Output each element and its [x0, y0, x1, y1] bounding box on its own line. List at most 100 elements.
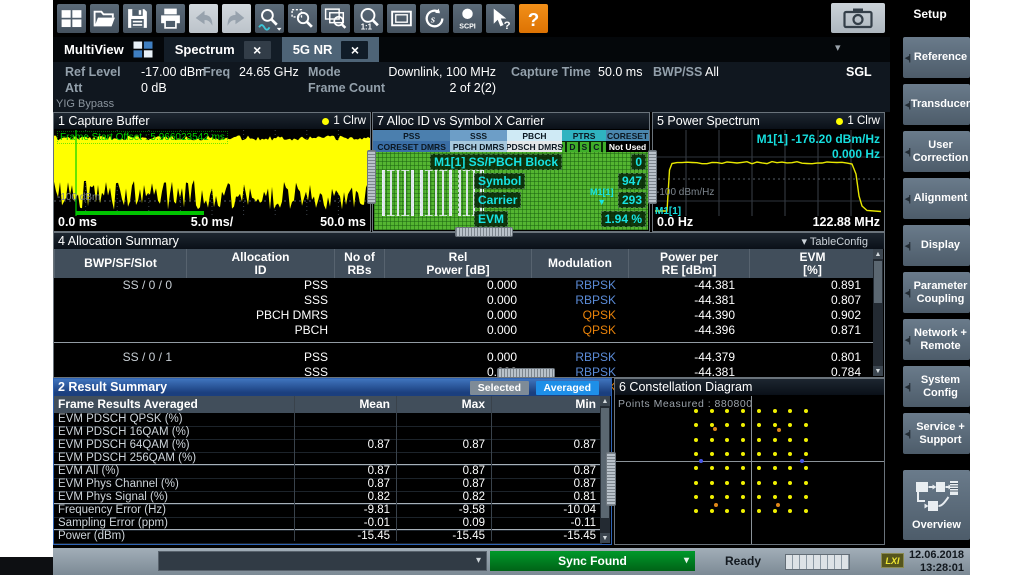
sync-status-indicator[interactable]: Sync Found▾: [490, 551, 695, 571]
softkey-service-support[interactable]: Service + Support: [903, 413, 970, 454]
constellation-point: [773, 481, 777, 485]
constellation-title[interactable]: 6 Constellation Diagram: [615, 379, 884, 395]
overview-button[interactable]: Overview: [903, 470, 970, 540]
allocation-summary-scrollbar[interactable]: ▲ ▼: [873, 249, 883, 376]
close-icon[interactable]: [341, 41, 368, 59]
scroll-up-icon[interactable]: ▲: [873, 249, 883, 259]
column-header[interactable]: BWP/SF/Slot: [54, 249, 186, 278]
cell: -15.45: [396, 530, 491, 543]
help-button[interactable]: ?: [519, 4, 548, 33]
windows-logo-icon: [59, 6, 84, 31]
constellation-point: [725, 452, 729, 456]
tab-overflow-icon[interactable]: ▾: [835, 41, 841, 54]
progress-segment: [842, 555, 849, 569]
legend-coreset: CORESET: [606, 130, 649, 141]
tab-5g-nr[interactable]: 5G NR: [282, 37, 380, 62]
scroll-up-icon[interactable]: ▲: [600, 396, 610, 406]
ref-level-value[interactable]: -17.00 dBm: [141, 65, 206, 79]
table-row: Frequency Error (Hz)-9.81-9.58-10.04: [54, 504, 602, 518]
open-file-button[interactable]: [90, 4, 119, 33]
bottom-left-black-region: [0, 557, 53, 575]
ref-level-label: Ref Level: [65, 65, 121, 79]
splitter-grip[interactable]: [367, 150, 376, 204]
screenshot-button[interactable]: [831, 3, 885, 33]
freq-value[interactable]: 24.65 GHz: [239, 65, 299, 79]
softkey-system-config[interactable]: System Config: [903, 366, 970, 407]
splitter-grip[interactable]: [455, 227, 513, 237]
selected-button[interactable]: Selected: [470, 381, 529, 395]
display-frame-button[interactable]: [387, 4, 416, 33]
toolbar: 1:1 sSCPI??: [53, 0, 890, 37]
marker-info-value: 293: [618, 192, 646, 208]
cell: Frequency Error (Hz): [54, 504, 294, 517]
column-header[interactable]: RelPower [dB]: [384, 249, 531, 278]
averaged-button[interactable]: Averaged: [536, 381, 599, 395]
scpi-recorder-button[interactable]: SCPI: [453, 4, 482, 33]
capture-time-value[interactable]: 50.0 ms: [598, 65, 642, 79]
column-header[interactable]: Power perRE [dBm]: [628, 249, 749, 278]
close-icon[interactable]: [244, 41, 271, 59]
constellation-point: [804, 509, 808, 513]
frame-count-value[interactable]: 2 of 2(2): [378, 81, 496, 95]
tab-multiview[interactable]: MultiView: [53, 37, 164, 62]
multiple-zoom-button[interactable]: [321, 4, 350, 33]
alloc-map-plot[interactable]: M1[1] SS/PBCH Block0Symbol947Carrier293E…: [374, 152, 648, 230]
softkey-alignment[interactable]: Alignment: [903, 178, 970, 219]
column-header[interactable]: Min: [491, 397, 602, 412]
allocation-band: [382, 170, 414, 216]
table-row: PBCH DMRS0.000QPSK-44.3900.902: [54, 308, 875, 323]
status-message-dropdown[interactable]: ▾: [158, 551, 487, 571]
capture-buffer-plot[interactable]: Frame Start Offset : 5.966023542 ms -100…: [54, 130, 370, 216]
scroll-down-icon[interactable]: ▼: [600, 533, 610, 543]
sequencer-button[interactable]: s: [420, 4, 449, 33]
att-value[interactable]: 0 dB: [141, 81, 167, 95]
column-header[interactable]: EVM[%]: [749, 249, 875, 278]
zoom-mode-button[interactable]: [255, 4, 284, 33]
cell: [334, 323, 384, 338]
column-header[interactable]: No ofRBs: [334, 249, 384, 278]
softkey-reference[interactable]: Reference: [903, 37, 970, 78]
analyzer-screen: 1:1 sSCPI?? MultiViewSpectrum5G NR ▾ Ref …: [53, 0, 970, 575]
context-help-button[interactable]: ?: [486, 4, 515, 33]
zoom-selection-button[interactable]: [288, 4, 317, 33]
zoom-1to1-button[interactable]: 1:1: [354, 4, 383, 33]
windows-start-button[interactable]: [57, 4, 86, 33]
softkey-user-correction[interactable]: User Correction: [903, 131, 970, 172]
marker-m1[interactable]: M1[1]▼: [590, 188, 614, 208]
zoom-selection-icon: [290, 6, 315, 31]
constellation-plot[interactable]: Points Measured : 880800: [615, 396, 884, 544]
scroll-down-icon[interactable]: ▼: [873, 366, 883, 376]
softkey-transducer[interactable]: Transducer: [903, 84, 970, 125]
undo-button[interactable]: [189, 4, 218, 33]
column-header[interactable]: AllocationID: [186, 249, 334, 278]
splitter-grip[interactable]: [497, 368, 555, 378]
column-header[interactable]: Modulation: [531, 249, 628, 278]
splitter-grip[interactable]: [648, 150, 657, 204]
softkey-parameter-coupling[interactable]: Parameter Coupling: [903, 272, 970, 313]
table-config-button[interactable]: ▾ TableConfig: [802, 235, 868, 248]
mode-value[interactable]: Downlink, 100 MHz: [378, 65, 496, 79]
scrollbar-thumb[interactable]: [874, 261, 882, 303]
channel-bar: Ref Level -17.00 dBm Freq 24.65 GHz Mode…: [53, 62, 890, 112]
constellation-point: [741, 481, 745, 485]
softkey-network-remote[interactable]: Network + Remote: [903, 319, 970, 360]
datetime-display[interactable]: 12.06.2018 13:28:01: [909, 549, 964, 574]
splitter-grip[interactable]: [606, 452, 616, 506]
capture-buffer-x-axis: 0.0 ms 5.0 ms/ 50.0 ms: [54, 215, 370, 231]
column-header[interactable]: Mean: [294, 397, 396, 412]
softkey-display[interactable]: Display: [903, 225, 970, 266]
bwp-ss-value[interactable]: All: [705, 65, 719, 79]
column-header[interactable]: Max: [396, 397, 491, 412]
power-spectrum-plot[interactable]: M1[1] -176.20 dBm/Hz 0.000 Hz -100 dBm/H…: [653, 130, 884, 216]
cell: -44.381: [628, 293, 749, 308]
redo-button[interactable]: [222, 4, 251, 33]
save-button[interactable]: [123, 4, 152, 33]
table-row: EVM PDSCH 64QAM (%)0.870.870.87: [54, 439, 602, 453]
freq-label: Freq: [203, 65, 230, 79]
alloc-map-title[interactable]: 7 Alloc ID vs Symbol X Carrier: [373, 113, 649, 129]
constellation-point: [741, 452, 745, 456]
print-button[interactable]: [156, 4, 185, 33]
tab-spectrum[interactable]: Spectrum: [164, 37, 282, 62]
column-divider: [294, 396, 295, 541]
column-header[interactable]: Frame Results Averaged: [54, 397, 294, 412]
